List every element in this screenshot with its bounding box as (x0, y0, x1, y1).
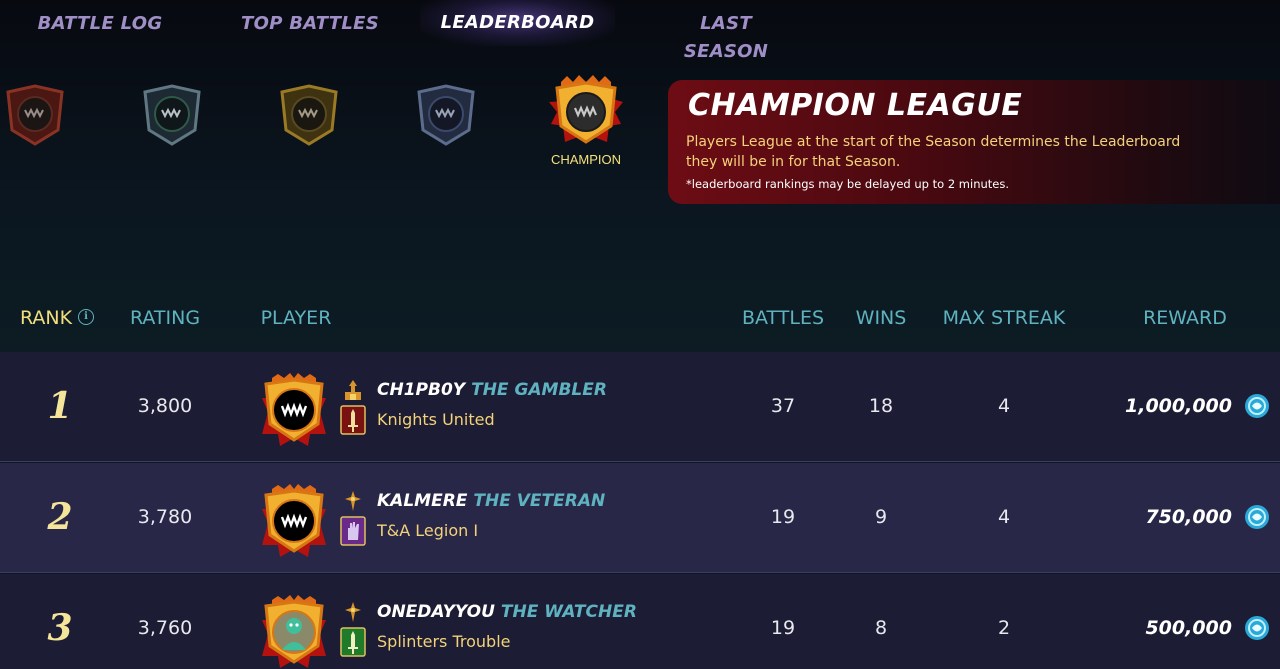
column-max-streak[interactable]: MAX STREAK (930, 305, 1078, 331)
wins-value: 8 (874, 617, 888, 639)
title-watcher-icon (341, 600, 365, 624)
player-title: THE GAMBLER (471, 380, 607, 400)
leaderboard-row[interactable]: 3 3,760 ONEDAYYOU THE WATCHER Splinters T… (0, 574, 1280, 669)
info-icon[interactable]: i (78, 309, 94, 325)
max-streak-value: 2 (997, 617, 1011, 639)
rating-value: 3,800 (137, 395, 193, 417)
reward-value: 500,000 (1145, 617, 1232, 639)
max-streak-value: 4 (997, 506, 1011, 528)
column-wins[interactable]: WINS (843, 305, 919, 331)
battles-value: 19 (770, 617, 796, 639)
silver-league-icon[interactable] (137, 80, 207, 150)
guild-name[interactable]: T&A Legion I (377, 520, 478, 542)
title-veteran-icon (341, 489, 365, 513)
leaderboard-row[interactable]: 1 3,800 CH1PB0Y THE GAMBLER Knights Unite… (0, 352, 1280, 462)
bronze-league-icon[interactable] (0, 80, 70, 150)
reward-value: 1,000,000 (1125, 395, 1232, 417)
player-title: THE VETERAN (473, 491, 606, 511)
player-name[interactable]: KALMERE THE VETERAN (377, 489, 605, 513)
tab-battle-log[interactable]: BATTLE LOG (30, 10, 170, 38)
league-note: *leaderboard rankings may be delayed up … (686, 177, 1010, 191)
rating-value: 3,780 (137, 506, 193, 528)
wins-value: 9 (874, 506, 888, 528)
reward-value: 750,000 (1145, 506, 1232, 528)
guild-name[interactable]: Splinters Trouble (377, 631, 510, 653)
player-title: THE WATCHER (500, 602, 637, 622)
sps-token-icon (1244, 504, 1270, 530)
guild-sword-icon (340, 405, 366, 435)
battles-value: 37 (770, 395, 796, 417)
column-rating[interactable]: RATING (115, 305, 215, 331)
tab-top-battles[interactable]: TOP BATTLES (240, 10, 380, 38)
column-rank[interactable]: RANK (16, 305, 76, 331)
battles-value: 19 (770, 506, 796, 528)
title-gambler-icon (341, 378, 365, 402)
sps-token-icon (1244, 393, 1270, 419)
column-player[interactable]: PLAYER (246, 305, 346, 331)
gold-league-icon[interactable] (274, 80, 344, 150)
player-avatar-icon[interactable] (260, 594, 328, 669)
sps-token-icon (1244, 615, 1270, 641)
guild-name[interactable]: Knights United (377, 409, 495, 431)
guild-sword-icon (340, 627, 366, 657)
player-name[interactable]: CH1PB0Y THE GAMBLER (377, 378, 607, 402)
league-info-panel: CHAMPION LEAGUE Players League at the st… (668, 80, 1280, 204)
rank-number: 3 (47, 607, 73, 649)
player-username[interactable]: CH1PB0Y (377, 380, 465, 400)
player-username[interactable]: KALMERE (377, 491, 467, 511)
player-name[interactable]: ONEDAYYOU THE WATCHER (377, 600, 637, 624)
player-username[interactable]: ONEDAYYOU (377, 602, 495, 622)
leaderboard-row[interactable]: 2 3,780 KALMERE THE VETERAN T&A Legion I … (0, 463, 1280, 573)
tab-leaderboard[interactable]: LEADERBOARD (420, 0, 615, 46)
rank-number: 1 (47, 385, 73, 427)
column-battles[interactable]: BATTLES (728, 305, 838, 331)
tab-last-season[interactable]: LAST SEASON (656, 10, 796, 62)
rating-value: 3,760 (137, 617, 193, 639)
diamond-league-icon[interactable] (411, 80, 481, 150)
tab-bar: BATTLE LOG TOP BATTLES LEADERBOARD LAST … (0, 0, 1280, 62)
wins-value: 18 (868, 395, 894, 417)
league-title: CHAMPION LEAGUE (688, 88, 1023, 123)
league-description: Players League at the start of the Seaso… (686, 134, 1181, 170)
column-reward[interactable]: REWARD (1130, 305, 1240, 331)
champion-avatar-icon[interactable] (260, 372, 328, 448)
guild-hand-icon (340, 516, 366, 546)
champion-avatar-icon[interactable] (260, 483, 328, 559)
champion-league-icon[interactable] (545, 72, 627, 158)
selected-league-caption: CHAMPION (550, 152, 622, 167)
rank-number: 2 (47, 496, 73, 538)
max-streak-value: 4 (997, 395, 1011, 417)
